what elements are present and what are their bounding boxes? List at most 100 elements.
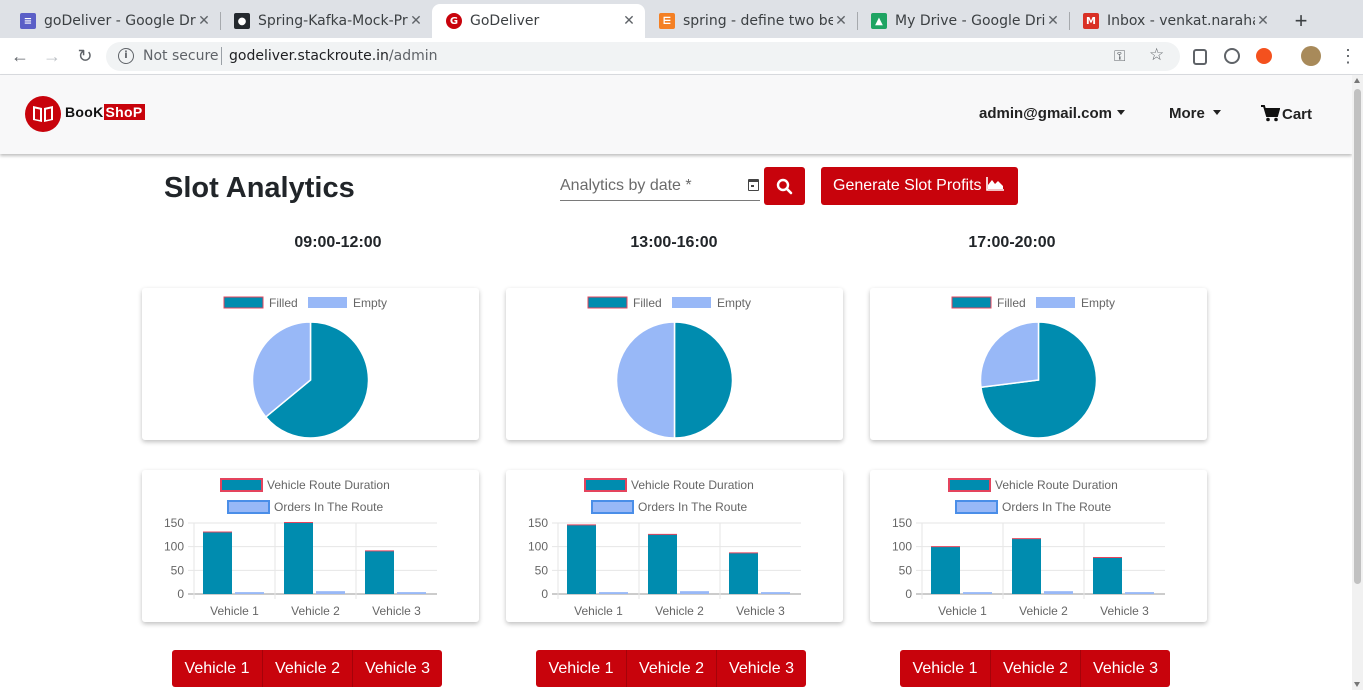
back-icon[interactable]: ← — [8, 44, 32, 68]
pie-slice-empty[interactable] — [979, 321, 1040, 389]
bar-route-duration[interactable] — [1093, 557, 1122, 594]
vehicle-2-button[interactable]: Vehicle 2 — [262, 650, 352, 687]
extension-speed-icon[interactable] — [1224, 48, 1240, 64]
browser-tab[interactable]: M Inbox - venkat.naraha ✕ — [1069, 4, 1279, 38]
gmail-icon: M — [1083, 13, 1099, 29]
vehicle-3-button[interactable]: Vehicle 3 — [352, 650, 442, 687]
url-host: godeliver.stackroute.in — [229, 48, 389, 64]
bar-route-duration[interactable] — [931, 546, 960, 594]
bar-orders[interactable] — [1044, 591, 1073, 594]
star-icon[interactable]: ☆ — [1149, 45, 1164, 65]
book-logo-icon[interactable] — [25, 96, 61, 132]
pie-slice-filled[interactable] — [673, 321, 734, 439]
bar-route-duration[interactable] — [284, 522, 313, 594]
slot-fill-pie-card: Filled Empty — [506, 288, 843, 440]
legend-swatch-duration[interactable] — [584, 478, 627, 492]
close-tab-icon[interactable]: ✕ — [1255, 13, 1271, 29]
bar-orders[interactable] — [963, 592, 992, 594]
search-button[interactable] — [764, 167, 805, 205]
tab-title: My Drive - Google Driv — [895, 13, 1045, 29]
bar-route-duration[interactable] — [729, 552, 758, 594]
close-tab-icon[interactable]: ✕ — [196, 13, 212, 29]
browser-tab[interactable]: G GoDeliver ✕ — [432, 4, 645, 38]
legend-swatch-empty[interactable] — [1036, 297, 1075, 308]
browser-tab[interactable]: ● Spring-Kafka-Mock-Pr ✕ — [220, 4, 432, 38]
vehicle-2-button[interactable]: Vehicle 2 — [626, 650, 716, 687]
calendar-icon[interactable] — [748, 179, 759, 191]
pie-slice-empty[interactable] — [615, 321, 676, 439]
brand-logo[interactable]: BooK ShoP — [65, 104, 145, 120]
vehicle-3-button[interactable]: Vehicle 3 — [716, 650, 806, 687]
legend-swatch-empty[interactable] — [308, 297, 347, 308]
key-icon[interactable]: ⚿ — [1114, 47, 1125, 65]
extension-orange-icon[interactable] — [1256, 48, 1272, 64]
browser-tab[interactable]: ≡ goDeliver - Google Dr ✕ — [6, 4, 220, 38]
vehicle-2-button[interactable]: Vehicle 2 — [990, 650, 1080, 687]
tab-title: goDeliver - Google Dr — [44, 13, 196, 29]
vehicle-bar-card: Vehicle Route Duration Orders In The Rout… — [506, 470, 843, 622]
info-icon[interactable]: i — [118, 48, 134, 64]
slot-time-title: 13:00-16:00 — [630, 234, 718, 251]
reload-icon[interactable]: ↻ — [73, 44, 97, 68]
profile-avatar[interactable] — [1301, 46, 1321, 66]
new-tab-button[interactable]: + — [1289, 8, 1313, 34]
legend-swatch-filled[interactable] — [951, 296, 992, 309]
page-scrollbar[interactable] — [1352, 75, 1363, 690]
tab-title: spring - define two be — [683, 13, 833, 29]
forward-icon[interactable]: → — [40, 44, 64, 68]
analytics-date-input[interactable]: Analytics by date * — [560, 172, 760, 201]
vehicle-button-group: Vehicle 1 Vehicle 2 Vehicle 3 — [536, 650, 806, 687]
bar-route-duration[interactable] — [365, 550, 394, 594]
vehicle-1-button[interactable]: Vehicle 1 — [172, 650, 262, 687]
more-dropdown[interactable]: More — [1169, 105, 1221, 122]
close-tab-icon[interactable]: ✕ — [408, 13, 424, 29]
close-tab-icon[interactable]: ✕ — [833, 13, 849, 29]
tab-title: Spring-Kafka-Mock-Pr — [258, 13, 408, 29]
legend-swatch-orders[interactable] — [955, 500, 998, 514]
legend-swatch-filled[interactable] — [587, 296, 628, 309]
legend-swatch-duration[interactable] — [948, 478, 991, 492]
legend-swatch-orders[interactable] — [227, 500, 270, 514]
bar-orders[interactable] — [397, 592, 426, 594]
y-tick-label: 100 — [164, 540, 184, 554]
generate-label: Generate Slot Profits — [833, 177, 982, 194]
bar-orders[interactable] — [235, 592, 264, 594]
browser-tab[interactable]: ⋿ spring - define two be ✕ — [645, 4, 857, 38]
close-tab-icon[interactable]: ✕ — [621, 13, 637, 29]
bar-orders[interactable] — [599, 592, 628, 594]
generate-slot-profits-button[interactable]: Generate Slot Profits — [821, 167, 1018, 205]
bar-orders[interactable] — [1125, 592, 1154, 594]
vehicle-1-button[interactable]: Vehicle 1 — [900, 650, 990, 687]
bar-orders[interactable] — [316, 591, 345, 594]
cart-link[interactable]: Cart — [1261, 105, 1312, 123]
bar-route-duration[interactable] — [1012, 538, 1041, 594]
browser-tab[interactable]: ▲ My Drive - Google Driv ✕ — [857, 4, 1069, 38]
menu-kebab-icon[interactable]: ⋮ — [1339, 46, 1357, 66]
bar-chart: Vehicle Route Duration Orders In The Rout… — [892, 478, 1165, 618]
bar-orders[interactable] — [761, 592, 790, 594]
address-bar[interactable]: i Not secure godeliver.stackroute.in/adm… — [106, 42, 1180, 71]
legend-swatch-duration[interactable] — [220, 478, 263, 492]
url-text[interactable]: godeliver.stackroute.in/admin — [229, 48, 438, 64]
bar-route-duration[interactable] — [567, 524, 596, 594]
vehicle-3-button[interactable]: Vehicle 3 — [1080, 650, 1170, 687]
y-tick-label: 0 — [541, 587, 548, 601]
user-dropdown[interactable]: admin@gmail.com — [979, 105, 1125, 122]
scroll-down-icon[interactable] — [1354, 682, 1360, 687]
pie-chart: Filled Empty — [223, 296, 387, 439]
vehicle-bar-card: Vehicle Route Duration Orders In The Rout… — [870, 470, 1207, 622]
y-tick-label: 150 — [528, 516, 548, 530]
scroll-up-icon[interactable] — [1354, 78, 1360, 83]
site-navbar: BooK ShoP admin@gmail.com More Cart — [0, 75, 1352, 154]
extension-save-icon[interactable] — [1193, 49, 1207, 65]
vehicle-1-button[interactable]: Vehicle 1 — [536, 650, 626, 687]
bar-orders[interactable] — [680, 591, 709, 594]
omnibox-divider — [221, 47, 222, 65]
legend-swatch-orders[interactable] — [591, 500, 634, 514]
bar-route-duration[interactable] — [203, 531, 232, 594]
close-tab-icon[interactable]: ✕ — [1045, 13, 1061, 29]
legend-swatch-empty[interactable] — [672, 297, 711, 308]
bar-route-duration[interactable] — [648, 534, 677, 594]
legend-swatch-filled[interactable] — [223, 296, 264, 309]
scrollbar-thumb[interactable] — [1354, 89, 1361, 584]
